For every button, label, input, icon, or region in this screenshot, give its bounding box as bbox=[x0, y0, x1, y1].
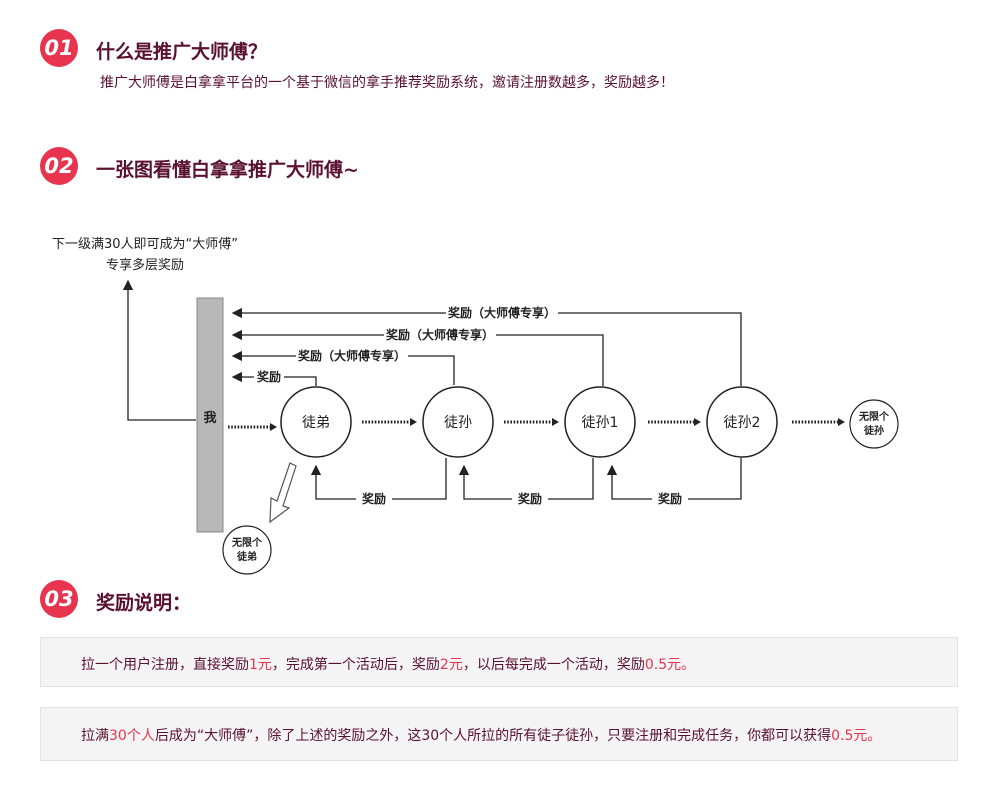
highlight-amount: 2元 bbox=[439, 657, 463, 673]
reward-master-label: 奖励（大师傅专享） bbox=[386, 327, 494, 342]
text-segment: 后成为“大师傅”，除了上述的奖励之外，这30个人所拉的所有徒子徒孙，只要注册和完… bbox=[154, 728, 832, 744]
unlimited-left-line2: 徒弟 bbox=[236, 550, 257, 563]
hollow-arrow bbox=[269, 462, 297, 524]
highlight-amount: 30个人 bbox=[109, 728, 155, 744]
reward-info-box: 拉满30个人后成为“大师傅”，除了上述的奖励之外，这30个人所拉的所有徒子徒孙，… bbox=[40, 707, 958, 761]
section-title: 奖励说明： bbox=[96, 592, 192, 614]
node-circles bbox=[280, 386, 778, 458]
node-label: 徒弟 bbox=[302, 415, 330, 431]
top-note-line2: 专享多层奖励 bbox=[106, 257, 184, 273]
highlight-amount: 0.5元。 bbox=[831, 728, 882, 744]
section-number-badge: 03 bbox=[40, 580, 78, 618]
unlimited-children-circle bbox=[222, 525, 272, 575]
up-arrow bbox=[122, 279, 196, 421]
reward-info-text: 拉一个用户注册，直接奖励1元，完成第一个活动后，奖励2元，以后每完成一个活动，奖… bbox=[81, 654, 695, 674]
reward-master-label: 奖励（大师傅专享） bbox=[298, 348, 406, 363]
reward-master-label: 奖励（大师傅专享） bbox=[448, 305, 556, 320]
top-note-line1: 下一级满30人即可成为“大师傅” bbox=[52, 237, 238, 252]
node-label: 徒孙2 bbox=[724, 415, 761, 431]
reward-label: 奖励 bbox=[257, 369, 281, 384]
reward-info-box: 拉一个用户注册，直接奖励1元，完成第一个活动后，奖励2元，以后每完成一个活动，奖… bbox=[40, 637, 958, 687]
node-label: 徒孙 bbox=[444, 415, 472, 431]
highlight-amount: 0.5元。 bbox=[644, 657, 696, 673]
unlimited-left-line1: 无限个 bbox=[231, 536, 263, 549]
text-segment: ，完成第一个活动后，奖励 bbox=[271, 657, 440, 673]
unlimited-grandchildren-circle bbox=[849, 399, 899, 449]
highlight-amount: 1元 bbox=[249, 657, 272, 673]
bottom-reward-label: 奖励 bbox=[518, 491, 542, 506]
node-label: 徒孙1 bbox=[582, 415, 619, 431]
unlimited-right-line2: 徒孙 bbox=[863, 424, 884, 437]
text-segment: 拉满 bbox=[81, 728, 109, 744]
text-segment: 拉一个用户注册，直接奖励 bbox=[81, 657, 249, 673]
bottom-reward-label: 奖励 bbox=[362, 491, 386, 506]
bottom-reward-label: 奖励 bbox=[658, 491, 682, 506]
reward-info-text: 拉满30个人后成为“大师傅”，除了上述的奖励之外，这30个人所拉的所有徒子徒孙，… bbox=[81, 725, 881, 745]
me-label: 我 bbox=[203, 410, 216, 426]
text-segment: ，以后每完成一个活动，奖励 bbox=[462, 657, 645, 673]
unlimited-right-line1: 无限个 bbox=[858, 410, 890, 423]
